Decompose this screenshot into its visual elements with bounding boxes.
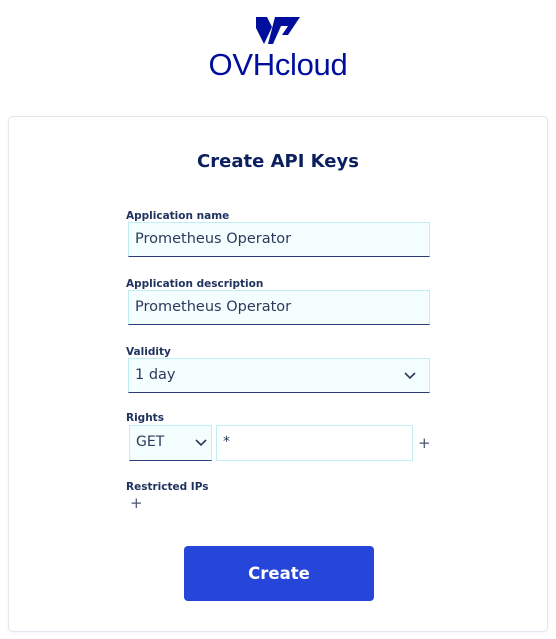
ovhcloud-logo-icon: [256, 17, 300, 44]
application-name-label: Application name: [126, 210, 230, 222]
create-api-keys-page: OVHcloud Create API Keys Application nam…: [0, 0, 556, 639]
rights-method-select[interactable]: GET: [129, 425, 212, 461]
validity-select[interactable]: 1 day: [128, 358, 430, 393]
rights-method-value: GET: [136, 434, 165, 450]
application-description-input[interactable]: Prometheus Operator: [128, 290, 430, 325]
chevron-down-icon: [404, 372, 416, 380]
create-api-keys-form: Create API Keys Application name Prometh…: [8, 116, 548, 632]
brand-name: OVHcloud: [208, 47, 348, 82]
rights-path-input[interactable]: *: [216, 425, 413, 461]
add-ip-plus-icon[interactable]: +: [130, 496, 143, 511]
ovhcloud-logo[interactable]: OVHcloud: [0, 14, 556, 82]
validity-label: Validity: [126, 346, 171, 358]
restricted-ips-label: Restricted IPs: [126, 481, 209, 493]
add-right-plus-icon[interactable]: +: [418, 436, 431, 451]
create-button[interactable]: Create: [184, 546, 374, 601]
chevron-down-icon: [195, 439, 207, 447]
application-name-input[interactable]: Prometheus Operator: [128, 222, 430, 257]
rights-label: Rights: [126, 412, 164, 424]
validity-selected-value: 1 day: [135, 367, 176, 383]
form-title: Create API Keys: [197, 151, 359, 172]
application-description-label: Application description: [126, 278, 264, 290]
